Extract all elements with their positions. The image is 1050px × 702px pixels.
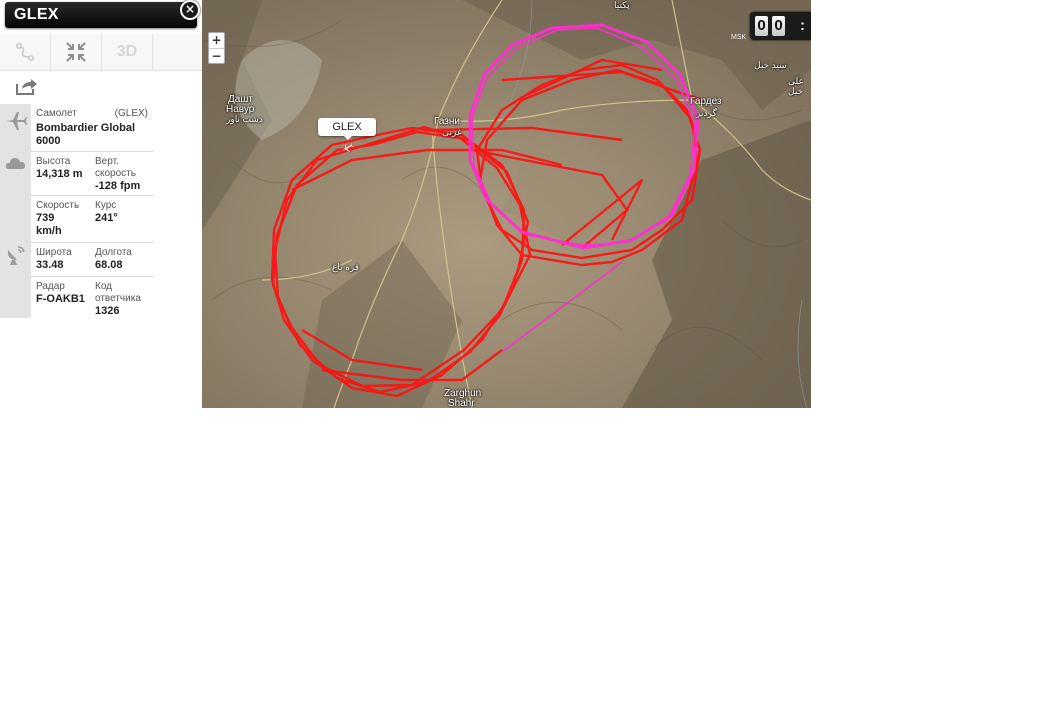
route-icon [15, 42, 35, 62]
heading-label: Курс [95, 200, 117, 211]
place-ghazni-fa: غزنی [442, 127, 462, 137]
latitude-value: 33.48 [36, 259, 64, 271]
clock-digit: 0 [755, 16, 768, 36]
aircraft-code: (GLEX) [114, 108, 148, 119]
view-3d-button[interactable]: 3D [102, 34, 153, 70]
vertical-speed-label: Верт. скорость [95, 156, 136, 179]
heading-value: 241° [95, 212, 118, 224]
panel-toolbar: 3D [0, 34, 202, 71]
squawk-value: 1326 [95, 305, 120, 317]
place-gardez: Гардез [690, 96, 722, 107]
place-shahr: Shahr [448, 398, 475, 408]
place-ghazni: Газни [434, 116, 460, 127]
close-panel-button[interactable]: × [180, 0, 200, 20]
share-icon [16, 79, 37, 95]
map-terrain [202, 0, 811, 408]
place-paktia-fa: پکتیا [614, 0, 630, 10]
radar-row: Радар F-OAKB1 Код ответчика 1326 [31, 277, 153, 321]
map-flight-label[interactable]: GLEX [318, 118, 376, 140]
panel-header: GLEX × [5, 0, 200, 28]
flight-details: Самолет (GLEX) Bombardier Global 6000 Вы… [31, 104, 153, 321]
zoom-out-button[interactable]: − [209, 49, 224, 64]
cloud-icon [5, 158, 26, 169]
zoom-control: + − [208, 32, 225, 64]
info-icon-gutter [0, 104, 31, 318]
aircraft-label: Самолет [36, 108, 77, 119]
speed-label: Скорость [36, 200, 80, 211]
clock-separator: : [800, 17, 805, 34]
latitude-label: Широта [36, 247, 72, 258]
flight-info-panel: GLEX × 3D Самолет (GLEX) Bombardier Glob… [0, 0, 203, 408]
collapse-arrows-icon [66, 42, 86, 62]
place-ali-fa: علی خیل [788, 76, 804, 96]
clock-digit: 0 [772, 16, 785, 36]
aircraft-row: Самолет (GLEX) Bombardier Global 6000 [31, 104, 153, 152]
squawk-label: Код ответчика [95, 281, 141, 304]
vertical-speed-value: -128 fpm [95, 180, 141, 192]
flight-callsign-title: GLEX [14, 6, 59, 23]
place-gardez-fa: گردیز [696, 108, 717, 118]
altitude-label: Высота [36, 156, 71, 167]
place-qarabagh-fa: قره باغ [332, 262, 360, 272]
radar-value: F-OAKB1 [36, 293, 85, 305]
aircraft-name: Bombardier Global 6000 [36, 122, 136, 147]
airplane-icon [6, 112, 27, 130]
radar-label: Радар [36, 281, 65, 292]
show-route-button[interactable] [0, 34, 51, 70]
satellite-map[interactable]: + − GLEX Дашт Навур دشت ناور Газни غزنی … [202, 0, 811, 408]
altitude-row: Высота 14,318 m Верт. скорость -128 fpm [31, 152, 153, 196]
clock-widget: MSK 0 0 : [731, 12, 811, 41]
longitude-value: 68.08 [95, 259, 123, 271]
speed-row: Скорость 739 km/h Курс 241° [31, 196, 153, 243]
speed-value: 739 km/h [36, 212, 62, 237]
longitude-label: Долгота [95, 247, 132, 258]
close-icon: × [184, 2, 196, 16]
place-navur-fa: دشت ناور [226, 114, 263, 124]
share-button[interactable] [14, 76, 40, 98]
zoom-in-button[interactable]: + [209, 33, 224, 49]
satellite-dish-icon [7, 246, 25, 265]
altitude-value: 14,318 m [36, 168, 83, 180]
place-sayed-fa: سید خیل [754, 60, 787, 70]
center-aircraft-button[interactable] [51, 34, 102, 70]
timezone-label: MSK [731, 34, 747, 41]
position-row: Широта 33.48 Долгота 68.08 [31, 243, 153, 277]
